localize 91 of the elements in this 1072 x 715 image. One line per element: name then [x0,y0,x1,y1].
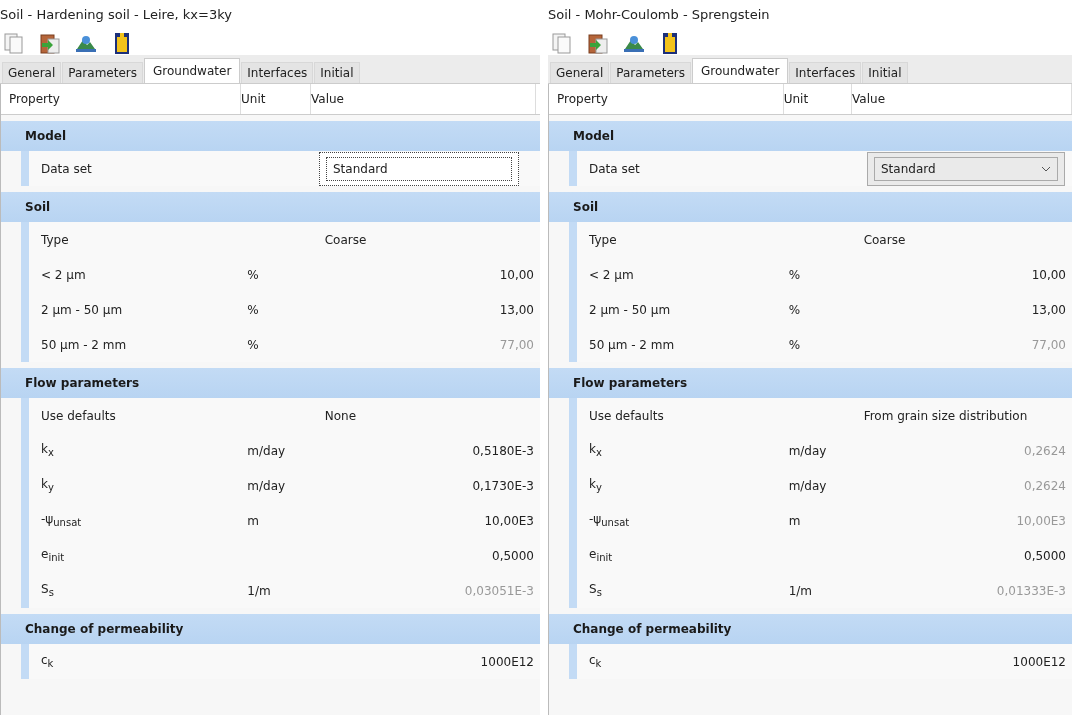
tab[interactable]: Groundwater [144,58,241,83]
value-text: Coarse [324,232,367,247]
value-number: 0,2624 [1024,478,1066,493]
unit-label: % [788,267,801,282]
tab[interactable]: Interfaces [241,62,314,83]
tab[interactable]: Initial [314,62,360,83]
column-header[interactable]: Unit [783,84,853,114]
property-name: 2 µm - 50 µm [588,302,672,317]
value-number: 1000E12 [1012,654,1066,669]
property-name: S$_{s}$ [588,582,603,599]
property-name: 50 µm - 2 mm [40,337,128,352]
unit-label: % [788,337,801,352]
group-header: Soil [1,192,540,222]
tab[interactable]: General [550,62,610,83]
value-number: 10,00 [1031,267,1066,282]
unit-label: % [247,302,259,317]
unit-label: 1/m [247,583,271,598]
unit-label: m [788,513,801,528]
caret-icon [1041,165,1051,172]
tab[interactable]: Parameters [62,62,143,83]
unit-label: 1/m [788,583,812,598]
window-title: Soil - Mohr-Coulomb - Sprengstein [548,6,771,24]
tab[interactable]: Groundwater [692,58,789,83]
paste-clipboard-icon[interactable] [586,31,610,55]
property-name: k$_{y}$ [40,477,55,494]
value-number: 0,5000 [1024,548,1066,563]
column-header[interactable]: Property [1,84,241,114]
column-header[interactable]: Property [549,84,784,114]
property-name: e$_{init}$ [588,547,614,564]
value-number: 1000E12 [480,654,534,669]
property-name: e$_{init}$ [40,547,66,564]
property-name: k$_{x}$ [588,442,603,459]
property-name: Data set [40,161,93,176]
property-name: Type [40,232,70,247]
property-name: Type [588,232,618,247]
unit-label: m [247,513,260,528]
value-number: 0,5180E-3 [472,443,534,458]
paste-clipboard-icon[interactable] [38,31,62,55]
property-name: c$_{k}$ [40,653,55,670]
value-number: 0,2624 [1024,443,1066,458]
value-number: 10,00 [499,267,534,282]
unit-label: m/day [788,443,827,458]
group-header: Model [549,121,1072,151]
value-number: 77,00 [499,337,534,352]
value-text: From grain size distribution [863,408,1028,423]
window-title: Soil - Hardening soil - Leire, kx=3ky [0,6,233,24]
property-name: 2 µm - 50 µm [40,302,124,317]
value-field[interactable]: Standard [326,156,512,181]
property-name: Data set [588,161,641,176]
unit-label: m/day [247,478,286,493]
column-header[interactable]: Value [852,84,1072,114]
group-header: Change of permeability [549,614,1072,644]
value-number: 77,00 [1031,337,1066,352]
column-header[interactable]: Unit [241,84,311,114]
property-name: 50 µm - 2 mm [588,337,676,352]
property-name: c$_{k}$ [588,653,603,670]
property-name: S$_{s}$ [40,582,55,599]
tab[interactable]: Initial [862,62,908,83]
group-header: Soil [549,192,1072,222]
property-name: -ψ$_{unsat}$ [588,512,631,529]
value-number: 0,03051E-3 [464,583,534,598]
property-name: k$_{y}$ [588,477,603,494]
property-name: Use defaults [588,408,665,423]
unit-label: m/day [788,478,827,493]
value-number: 10,00E3 [484,513,534,528]
value-number: 0,1730E-3 [472,478,534,493]
value-number: 13,00 [1031,302,1066,317]
group-header: Flow parameters [1,368,540,398]
group-header: Change of permeability [1,614,540,644]
tab[interactable]: General [2,62,62,83]
group-header: Model [1,121,540,151]
column-header[interactable]: Value [311,84,536,114]
unit-label: % [247,267,259,282]
unit-label: % [788,302,801,317]
property-name: -ψ$_{unsat}$ [40,512,83,529]
value-number: 0,01333E-3 [996,583,1066,598]
property-name: Use defaults [40,408,117,423]
unit-label: % [247,337,259,352]
tab[interactable]: Interfaces [789,62,862,83]
property-name: < 2 µm [40,267,87,282]
property-name: k$_{x}$ [40,442,55,459]
unit-label: m/day [247,443,286,458]
value-dropdown[interactable]: Standard [874,156,1058,181]
tab[interactable]: Parameters [610,62,691,83]
value-text: Coarse [863,232,906,247]
group-header: Flow parameters [549,368,1072,398]
property-name: < 2 µm [588,267,635,282]
value-number: 13,00 [499,302,534,317]
value-text: None [324,408,357,423]
value-number: 0,5000 [492,548,534,563]
value-number: 10,00E3 [1016,513,1066,528]
